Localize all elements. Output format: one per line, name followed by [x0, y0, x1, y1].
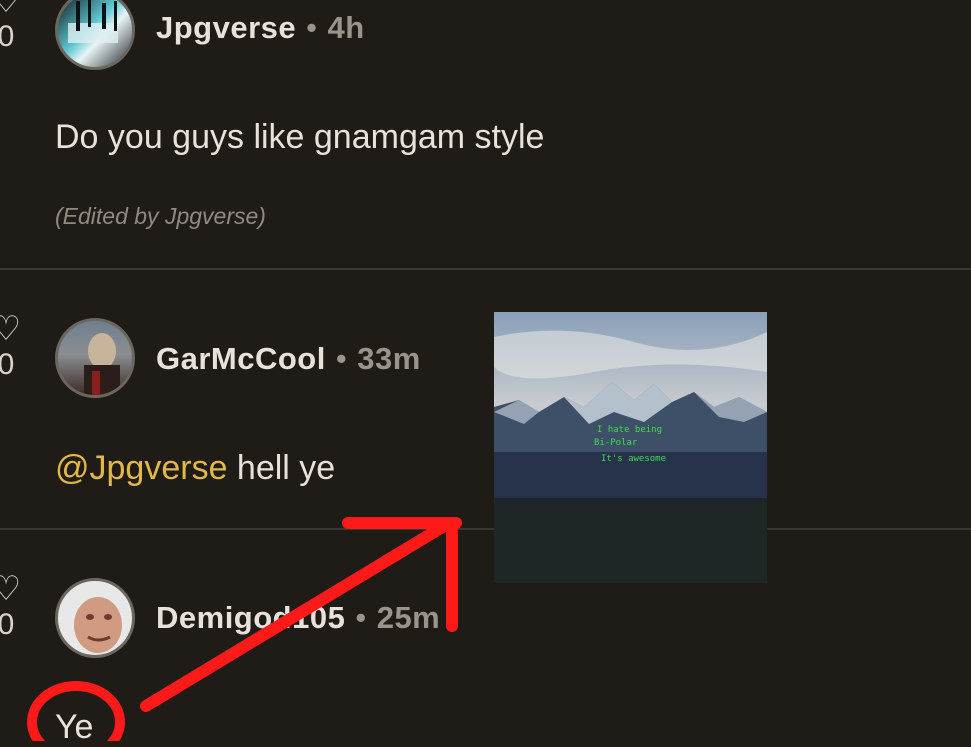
annotation-arrow: [27, 517, 462, 741]
annotation-circle: [27, 681, 125, 741]
